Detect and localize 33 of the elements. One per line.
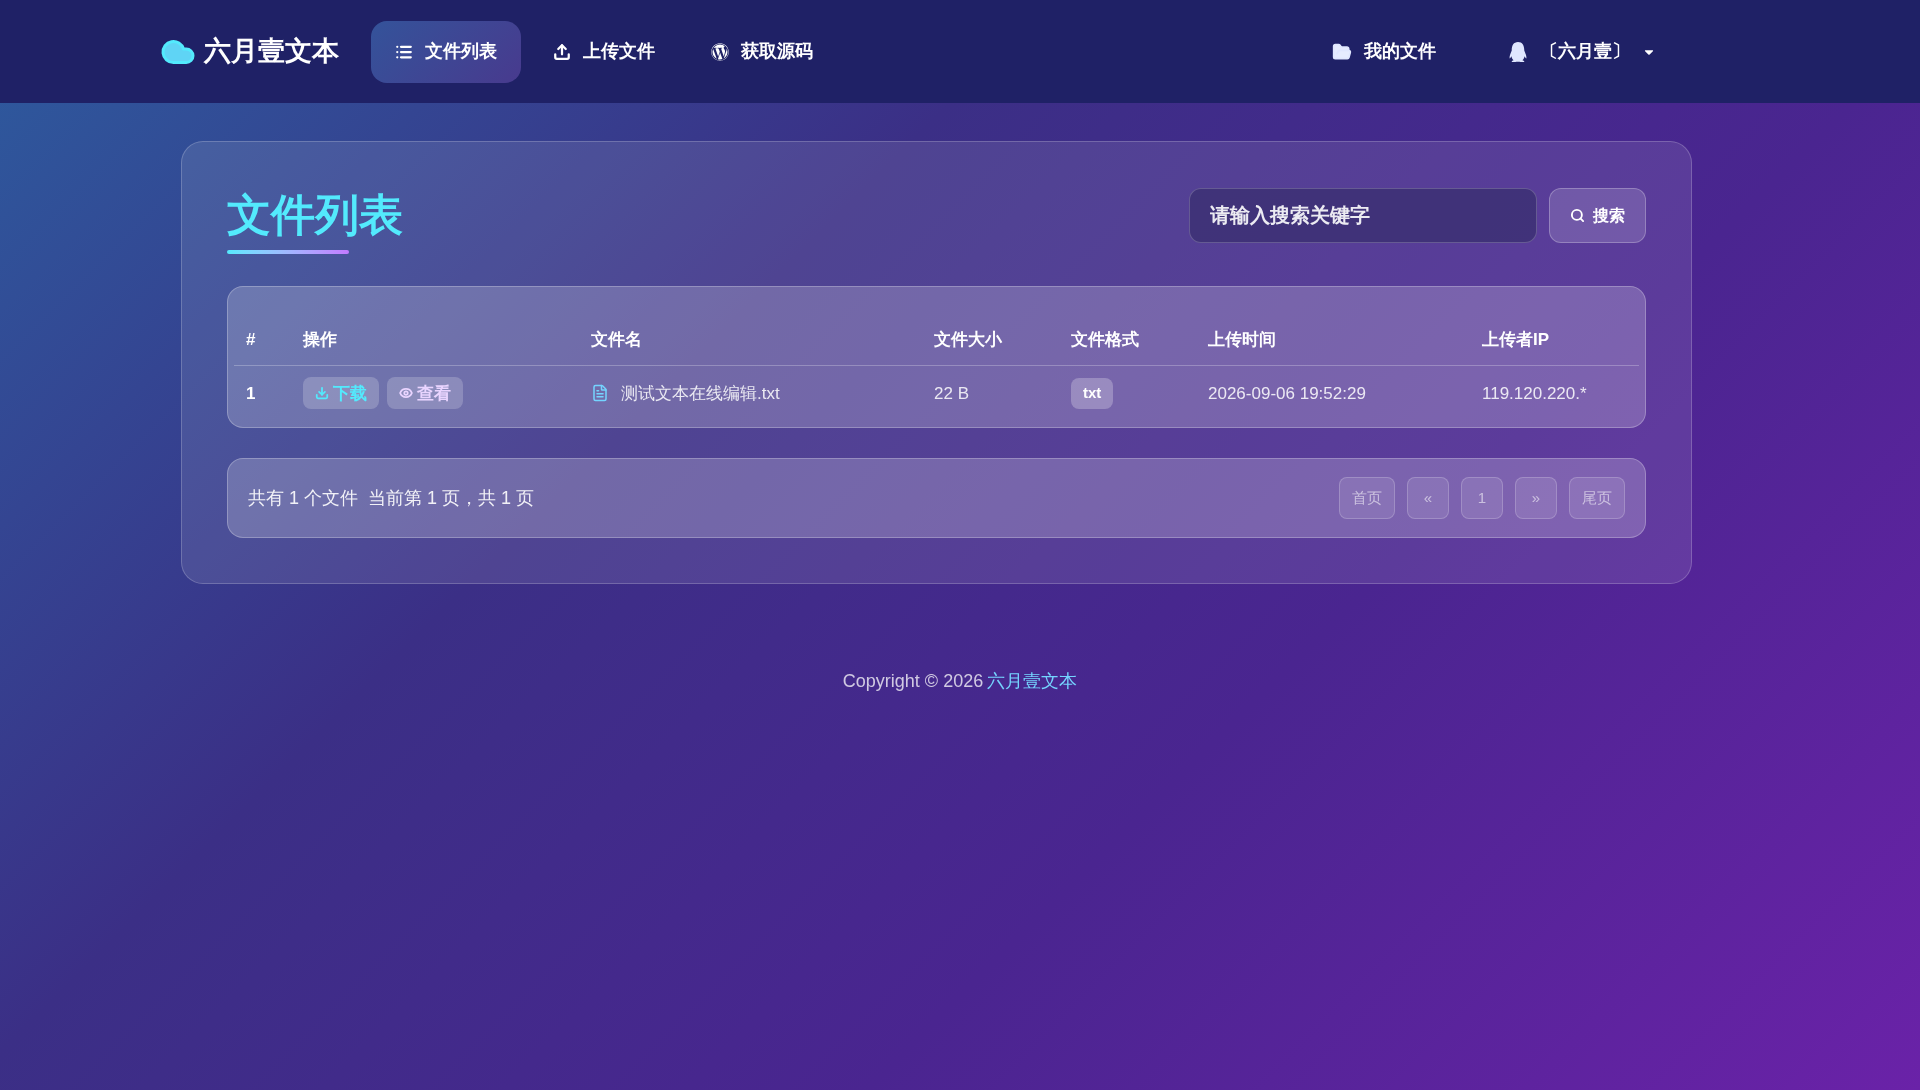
table-cell: 119.120.220.* — [1470, 365, 1639, 421]
download-icon — [315, 386, 329, 401]
column-header: 文件名 — [579, 327, 922, 365]
penguin-icon — [1508, 41, 1528, 62]
format-tag: txt — [1071, 378, 1114, 409]
nav-tab[interactable]: 获取源码 — [687, 20, 837, 83]
page-title: 文件列表 — [227, 189, 403, 241]
brand-logo[interactable]: 六月壹文本 — [160, 31, 339, 72]
column-header: 操作 — [291, 327, 579, 365]
column-header: 上传者IP — [1470, 327, 1639, 365]
footer-link[interactable]: 六月壹文本 — [987, 668, 1078, 695]
column-header: 文件格式 — [1059, 327, 1196, 365]
nav-tab[interactable]: 上传文件 — [529, 20, 679, 83]
file-icon — [591, 384, 609, 403]
copyright-text: Copyright © 2026 — [842, 670, 984, 693]
page-summary: 共有 1 个文件 当前第 1 页，共 1 页 — [248, 486, 535, 510]
table-cell: 2026-09-06 19:52:29 — [1196, 365, 1470, 421]
column-header: 上传时间 — [1196, 327, 1470, 365]
wordpress-icon — [711, 42, 729, 61]
nav-link[interactable]: 我的文件 — [1308, 20, 1460, 83]
column-header: 文件大小 — [922, 327, 1059, 365]
file-link[interactable]: 测试文本在线编辑.txt — [591, 380, 910, 406]
row-index: 1 — [234, 365, 291, 421]
nav-tab[interactable]: 文件列表 — [371, 20, 521, 83]
search-icon — [1570, 208, 1585, 223]
user-menu[interactable]: 〔六月壹〕 — [1484, 20, 1680, 83]
eye-icon — [399, 386, 413, 401]
folder-icon — [1332, 41, 1352, 62]
table-cell: 22 B — [922, 365, 1059, 421]
upload-icon — [553, 42, 571, 61]
search-field[interactable]: 请输入搜索关键字 — [1189, 188, 1537, 243]
search-button[interactable]: 搜索 — [1549, 188, 1646, 243]
column-header: # — [234, 327, 291, 365]
